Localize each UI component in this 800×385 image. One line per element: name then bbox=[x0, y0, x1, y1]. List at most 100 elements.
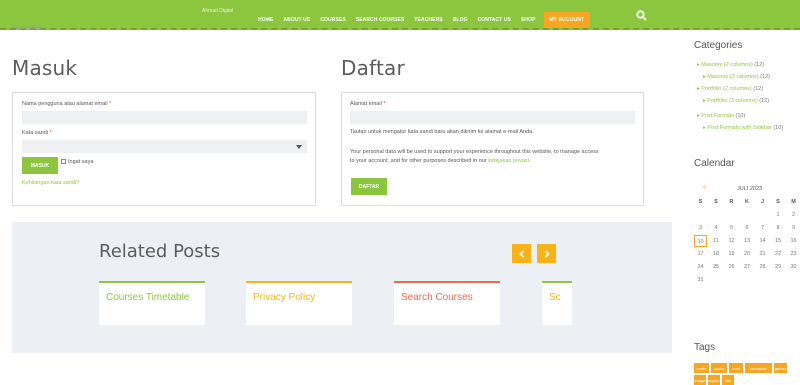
category-link[interactable]: Masonry (2 columns) bbox=[701, 62, 752, 68]
register-button[interactable]: DAFTAR bbox=[351, 178, 387, 195]
related-post-card[interactable]: Sc bbox=[542, 281, 572, 325]
required-mark: * bbox=[383, 101, 386, 107]
related-post-card[interactable]: Courses Timetable bbox=[99, 281, 205, 325]
password-input[interactable] bbox=[22, 140, 307, 153]
nav-item-blog[interactable]: BLOG bbox=[453, 17, 468, 23]
tag-link[interactable]: link bbox=[722, 375, 734, 385]
category-item[interactable]: ▸ Masonry (2 columns) (12) bbox=[697, 62, 764, 68]
search-icon[interactable] bbox=[636, 10, 647, 21]
calendar-day[interactable]: 2 bbox=[787, 209, 800, 221]
calendar-day[interactable]: 31 bbox=[694, 274, 707, 286]
related-post-title[interactable]: Courses Timetable bbox=[106, 292, 189, 303]
username-label-text: Nama pengguna atau alamat email bbox=[22, 101, 108, 107]
nav-item-my-account[interactable]: MY ACCOUNT bbox=[543, 12, 591, 28]
calendar-day[interactable]: 9 bbox=[787, 222, 800, 234]
category-item[interactable]: ▸ Post Formats (10) bbox=[697, 113, 745, 119]
calendar-day[interactable]: 30 bbox=[787, 261, 800, 273]
carousel-prev-button[interactable] bbox=[512, 244, 531, 263]
calendar-day[interactable]: 1 bbox=[772, 209, 785, 221]
calendar-day[interactable]: 19 bbox=[725, 248, 738, 260]
login-button[interactable]: MASUK bbox=[22, 157, 58, 174]
calendar-day[interactable]: 22 bbox=[772, 248, 785, 260]
nav-item-teachers[interactable]: TEACHERS bbox=[414, 17, 442, 23]
password-label-text: Kata sandi bbox=[22, 130, 48, 136]
privacy-policy-link[interactable]: kebijakan privasi bbox=[488, 158, 529, 164]
related-post-card[interactable]: Search Courses bbox=[394, 281, 500, 325]
related-post-card[interactable]: Privacy Policy bbox=[246, 281, 352, 325]
calendar-day[interactable]: 28 bbox=[756, 261, 769, 273]
tag-link[interactable]: gallery bbox=[774, 363, 787, 373]
calendar-day[interactable]: 3 bbox=[694, 222, 707, 234]
lost-password-link[interactable]: Kehilangan kata sandi? bbox=[22, 180, 79, 186]
related-posts-section: Related Posts Courses Timetable Privacy … bbox=[12, 222, 672, 353]
nav-item-courses[interactable]: COURSES bbox=[320, 17, 345, 23]
category-link[interactable]: Masonry (3 columns) bbox=[707, 74, 758, 80]
caret-down-icon[interactable] bbox=[296, 145, 302, 149]
category-link[interactable]: Portfolio (2 columns) bbox=[701, 86, 751, 92]
category-item[interactable]: ▸ Portfolio (2 columns) (12) bbox=[697, 86, 763, 92]
nav-item-contact-us[interactable]: CONTACT US bbox=[478, 17, 511, 23]
category-item[interactable]: ▸ Masonry (3 columns) (12) bbox=[703, 74, 770, 80]
calendar-day[interactable]: 4 bbox=[710, 222, 723, 234]
email-input[interactable] bbox=[350, 111, 635, 124]
password-link-note: Tautan untuk mengatur kata sandi baru ak… bbox=[350, 129, 534, 135]
calendar-day[interactable]: 14 bbox=[756, 235, 769, 247]
calendar-day[interactable]: 13 bbox=[741, 235, 754, 247]
nav-item-about-us[interactable]: ABOUT US bbox=[283, 17, 310, 23]
username-input[interactable] bbox=[22, 111, 307, 124]
related-posts-title: Related Posts bbox=[99, 241, 221, 262]
category-item[interactable]: ▸ Post Formats with Sidebar (10) bbox=[703, 125, 783, 131]
tag-link[interactable]: computer bbox=[745, 363, 772, 373]
calendar-day[interactable]: 18 bbox=[710, 248, 723, 260]
calendar-title: Calendar bbox=[694, 158, 735, 169]
category-link[interactable]: Post Formats bbox=[701, 113, 734, 119]
category-item[interactable]: ▸ Portfolio (3 columns) (12) bbox=[703, 98, 769, 104]
calendar-day[interactable]: 7 bbox=[756, 222, 769, 234]
login-form: Nama pengguna atau alamat email * Kata s… bbox=[12, 92, 316, 206]
remember-checkbox[interactable] bbox=[61, 159, 66, 165]
calendar-day[interactable]: 11 bbox=[710, 235, 723, 247]
calendar-month: JULI 2023 bbox=[737, 186, 763, 192]
calendar-weekday: K bbox=[745, 199, 749, 205]
calendar-day[interactable]: 6 bbox=[741, 222, 754, 234]
calendar-weekday: S bbox=[776, 199, 780, 205]
calendar-day[interactable]: 27 bbox=[741, 261, 754, 273]
calendar-day[interactable]: 16 bbox=[787, 235, 800, 247]
carousel-next-button[interactable] bbox=[537, 244, 556, 263]
category-link[interactable]: Post Formats with Sidebar bbox=[707, 125, 772, 131]
related-post-title[interactable]: Privacy Policy bbox=[253, 292, 315, 303]
related-post-title[interactable]: Sc bbox=[549, 292, 561, 303]
tags-title: Tags bbox=[694, 342, 716, 353]
tag-link[interactable]: audio bbox=[694, 363, 709, 373]
calendar-day[interactable]: 12 bbox=[725, 235, 738, 247]
calendar-day[interactable]: 17 bbox=[694, 248, 707, 260]
calendar-day[interactable]: 24 bbox=[694, 261, 707, 273]
calendar-day-today[interactable]: 10 bbox=[694, 235, 707, 247]
calendar-day[interactable]: 25 bbox=[710, 261, 723, 273]
nav-item-shop[interactable]: SHOP bbox=[521, 17, 536, 23]
category-count: (12) bbox=[759, 98, 770, 104]
privacy-text-line-1: Your personal data will be used to suppo… bbox=[350, 149, 599, 155]
calendar-prev-link[interactable]: « bbox=[703, 185, 706, 191]
calendar-day[interactable]: 23 bbox=[787, 248, 800, 260]
tag-link[interactable]: image bbox=[694, 375, 706, 385]
calendar-day[interactable]: 5 bbox=[725, 222, 738, 234]
nav-item-search-courses[interactable]: SEARCH COURSES bbox=[356, 17, 405, 23]
tag-link[interactable]: chat bbox=[729, 363, 743, 373]
remember-me[interactable]: Ingat saya bbox=[61, 159, 93, 165]
tag-link[interactable]: audio bbox=[711, 363, 727, 373]
category-link[interactable]: Portfolio (3 columns) bbox=[707, 98, 757, 104]
calendar-day[interactable]: 29 bbox=[772, 261, 785, 273]
calendar-day[interactable]: 15 bbox=[772, 235, 785, 247]
calendar-day[interactable]: 8 bbox=[772, 222, 785, 234]
related-post-title[interactable]: Search Courses bbox=[401, 292, 473, 303]
calendar-day[interactable]: 21 bbox=[756, 248, 769, 260]
nav-item-home[interactable]: HOME bbox=[258, 17, 273, 23]
breadcrumb: Akun Saya bbox=[12, 25, 42, 31]
site-brand[interactable]: Ahmad Digital bbox=[202, 8, 233, 14]
category-count: (10) bbox=[773, 125, 784, 131]
category-count: (12) bbox=[754, 62, 764, 68]
calendar-day[interactable]: 20 bbox=[741, 248, 754, 260]
calendar-day[interactable]: 26 bbox=[725, 261, 738, 273]
tag-link[interactable]: laptop bbox=[708, 375, 720, 385]
